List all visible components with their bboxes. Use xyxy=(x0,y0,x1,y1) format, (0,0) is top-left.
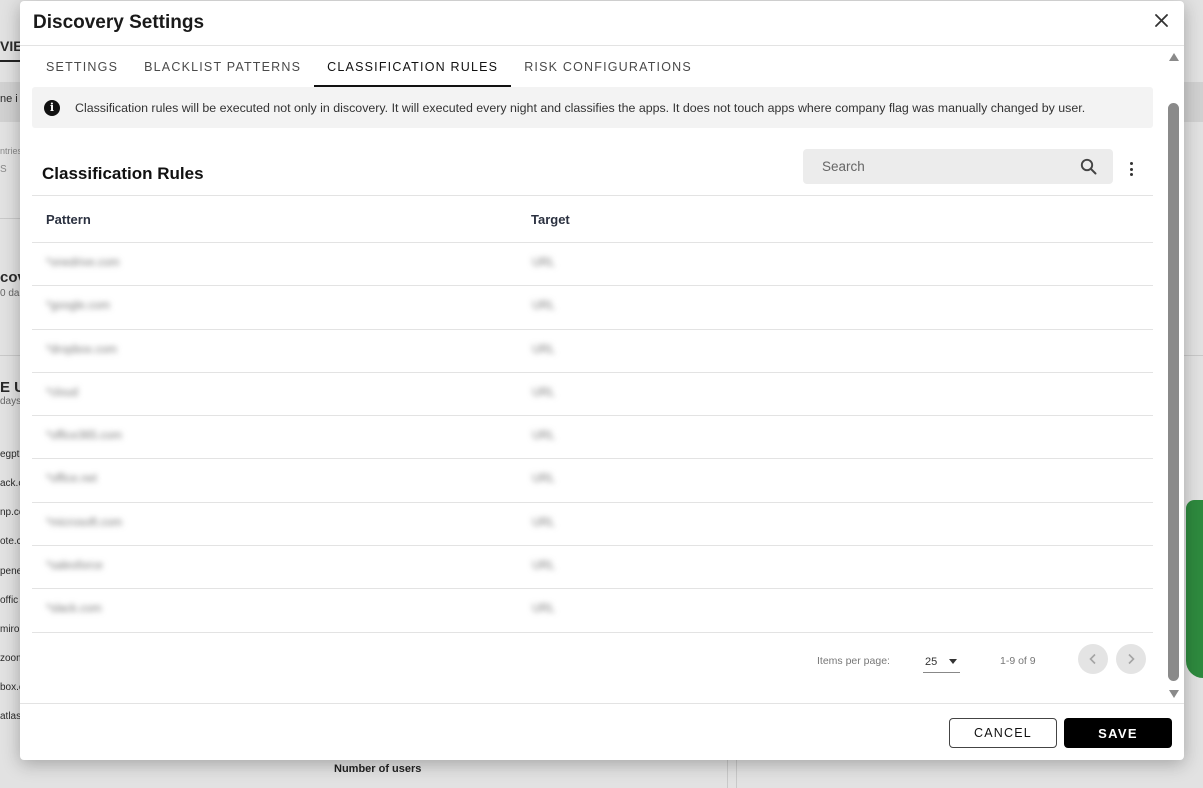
table-row[interactable]: *dropbox.com URL xyxy=(32,330,1153,373)
table-row[interactable]: *office365.com URL xyxy=(32,416,1153,460)
table-row[interactable]: *slack.com URL xyxy=(32,589,1153,633)
more-vert-icon xyxy=(1129,173,1133,176)
pattern-cell: *office365.com xyxy=(46,430,122,443)
pattern-cell: *onedrive.com xyxy=(46,257,120,269)
table-row[interactable]: *office.net URL xyxy=(32,459,1153,503)
page-size-value: 25 xyxy=(925,655,938,668)
cancel-button[interactable]: CANCEL xyxy=(949,718,1057,748)
pattern-cell: *slack.com xyxy=(46,603,102,616)
pattern-cell: *office.net xyxy=(46,473,97,486)
pattern-cell: *salesforce xyxy=(46,560,103,573)
search-icon[interactable] xyxy=(1080,158,1097,175)
table-row[interactable]: *cloud URL xyxy=(32,373,1153,417)
target-cell: URL xyxy=(532,603,556,616)
pattern-cell: *google.com xyxy=(46,300,110,313)
column-header-pattern[interactable]: Pattern xyxy=(46,212,91,227)
search-field xyxy=(803,149,1113,184)
classification-rules-table: Pattern Target *onedrive.com URL *google… xyxy=(32,195,1153,633)
page-range-label: 1-9 of 9 xyxy=(1000,655,1036,667)
tab-blacklist-patterns[interactable]: BLACKLIST PATTERNS xyxy=(131,47,314,87)
info-icon: i xyxy=(44,99,60,116)
target-cell: URL xyxy=(532,300,556,313)
tab-classification-rules[interactable]: CLASSIFICATION RULES xyxy=(314,47,512,87)
save-button[interactable]: SAVE xyxy=(1064,718,1172,748)
info-text: Classification rules will be executed no… xyxy=(75,100,1086,115)
target-cell: URL xyxy=(532,516,556,529)
dialog-header: Discovery Settings xyxy=(20,1,1184,46)
more-vert-icon xyxy=(1129,162,1133,165)
vertical-scrollbar[interactable] xyxy=(1165,47,1184,703)
dialog-title: Discovery Settings xyxy=(33,12,205,33)
section-title: Classification Rules xyxy=(42,164,204,183)
dialog-footer: CANCEL SAVE xyxy=(20,703,1184,760)
discovery-settings-dialog: Discovery Settings SETTINGS BLACKLIST PA… xyxy=(20,1,1184,760)
paginator: Items per page: 25 1-9 of 9 xyxy=(32,635,1153,687)
tab-risk-configurations[interactable]: RISK CONFIGURATIONS xyxy=(511,47,705,87)
table-row[interactable]: *microsoft.com URL xyxy=(32,503,1153,547)
chevron-left-icon xyxy=(1089,653,1096,665)
table-row[interactable]: *onedrive.com URL xyxy=(32,243,1153,287)
table-header: Pattern Target xyxy=(32,195,1153,243)
column-header-target[interactable]: Target xyxy=(531,212,570,227)
scrollbar-thumb[interactable] xyxy=(1168,103,1179,681)
table-row[interactable]: *salesforce URL xyxy=(32,546,1153,590)
info-banner: i Classification rules will be executed … xyxy=(32,87,1153,128)
scroll-up-arrow-icon[interactable] xyxy=(1169,53,1179,61)
table-row[interactable]: *google.com URL xyxy=(32,286,1153,330)
pattern-cell: *dropbox.com xyxy=(46,343,117,356)
more-vert-icon xyxy=(1129,167,1133,171)
dialog-content: i Classification rules will be executed … xyxy=(20,87,1165,703)
more-options-button[interactable] xyxy=(1121,158,1141,180)
close-button[interactable] xyxy=(1150,9,1172,31)
settings-tabs: SETTINGS BLACKLIST PATTERNS CLASSIFICATI… xyxy=(33,47,705,87)
pattern-cell: *cloud xyxy=(46,386,78,399)
target-cell: URL xyxy=(532,386,556,399)
caret-down-icon xyxy=(949,659,957,664)
search-input[interactable] xyxy=(822,159,1062,174)
pattern-cell: *microsoft.com xyxy=(46,516,123,529)
target-cell: URL xyxy=(532,473,556,486)
previous-page-button[interactable] xyxy=(1078,644,1108,674)
items-per-page-label: Items per page: xyxy=(817,655,890,667)
next-page-button[interactable] xyxy=(1116,644,1146,674)
target-cell: URL xyxy=(532,560,556,573)
target-cell: URL xyxy=(532,257,556,269)
target-cell: URL xyxy=(532,343,556,356)
page-size-select[interactable]: 25 xyxy=(923,651,960,673)
close-icon xyxy=(1154,13,1168,27)
tab-settings[interactable]: SETTINGS xyxy=(33,47,131,87)
scroll-down-arrow-icon[interactable] xyxy=(1169,690,1179,698)
target-cell: URL xyxy=(532,430,556,443)
chevron-right-icon xyxy=(1128,653,1135,665)
